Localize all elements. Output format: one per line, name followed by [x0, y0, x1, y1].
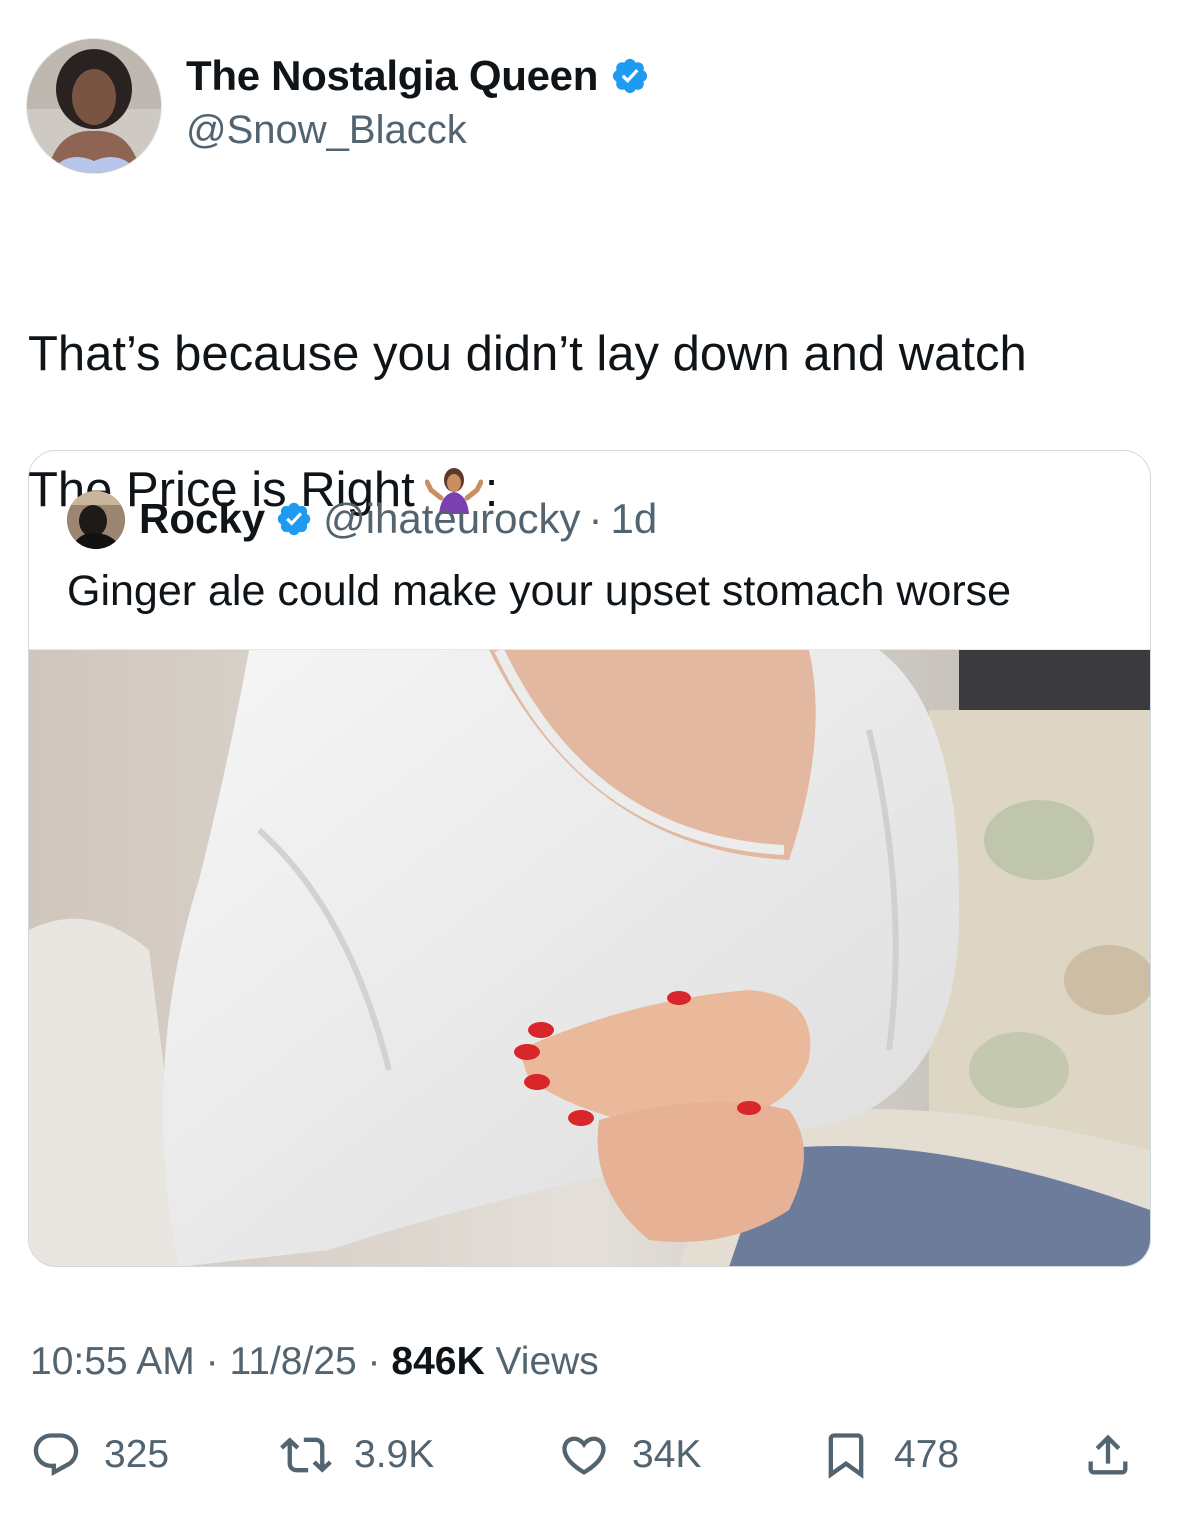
share-icon [1088, 1434, 1128, 1475]
quoted-text: Ginger ale could make your upset stomach… [67, 567, 1012, 615]
quoted-age[interactable]: 1d [610, 495, 657, 543]
quoted-handle[interactable]: @ihateurocky [323, 495, 580, 543]
quoted-display-name[interactable]: Rocky [139, 495, 265, 543]
tweet-time[interactable]: 10:55 AM [30, 1340, 195, 1383]
share-button[interactable] [1082, 1405, 1156, 1505]
tweet-text-line-1: That’s because you didn’t lay down and w… [28, 327, 1027, 381]
bookmark-button[interactable]: 478 [820, 1405, 959, 1505]
author-handle[interactable]: @Snow_Blacck [186, 108, 467, 153]
meta-separator-2: · [367, 1340, 381, 1383]
views-label: Views [495, 1340, 599, 1383]
meta-separator-1: · [205, 1340, 219, 1383]
action-bar: 325 3.9K 34K 478 [0, 1405, 1179, 1505]
tweet-meta: 10:55 AM · 11/8/25 · 846K Views [30, 1340, 599, 1384]
like-button[interactable]: 34K [558, 1405, 701, 1505]
author-display-name[interactable]: The Nostalgia Queen [186, 52, 598, 100]
quoted-media-image[interactable] [29, 647, 1150, 1266]
author-display-name-row[interactable]: The Nostalgia Queen [186, 52, 650, 100]
bookmark-icon [828, 1433, 864, 1479]
reply-count: 325 [104, 1433, 170, 1476]
repost-icon [280, 1437, 332, 1473]
like-count: 34K [632, 1433, 702, 1476]
reply-icon [33, 1433, 79, 1477]
reply-button[interactable]: 325 [30, 1405, 169, 1505]
views-count: 846K [391, 1340, 485, 1383]
quoted-separator: · [588, 495, 603, 542]
quoted-tweet-card[interactable]: Rocky @ihateurocky · 1d Ginger ale could… [28, 450, 1151, 1267]
repost-button[interactable]: 3.9K [280, 1405, 434, 1505]
bookmark-count: 478 [894, 1433, 960, 1476]
tweet-date[interactable]: 11/8/25 [229, 1340, 356, 1383]
verified-badge-icon [612, 58, 648, 94]
author-avatar[interactable] [26, 38, 162, 174]
quoted-verified-badge-icon [277, 502, 311, 536]
repost-count: 3.9K [354, 1433, 435, 1476]
quoted-header: Rocky @ihateurocky · 1d [139, 495, 657, 543]
quoted-author-avatar[interactable] [67, 491, 125, 549]
heart-icon [562, 1436, 606, 1475]
